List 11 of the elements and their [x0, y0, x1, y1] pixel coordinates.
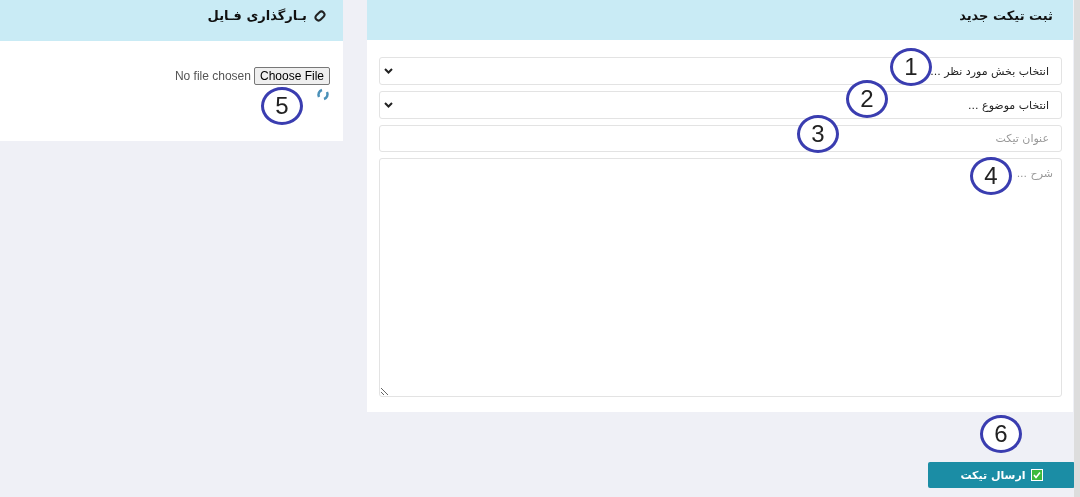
chevron-down-icon [384, 68, 393, 74]
paperclip-icon [313, 8, 327, 23]
refresh-icon[interactable] [316, 88, 330, 101]
checkmark-icon [1030, 469, 1043, 481]
choose-file-button[interactable]: Choose File [253, 67, 330, 85]
chevron-down-icon [384, 102, 393, 108]
submit-ticket-button[interactable]: ارسال تیکت [928, 462, 1075, 488]
number-callout: 6 [980, 415, 1022, 453]
file-status: No file chosen [174, 69, 251, 83]
panel-title: ثبت تیکت جدید [959, 7, 1053, 23]
panel-title: بـارگذاری فـایل [207, 8, 307, 23]
